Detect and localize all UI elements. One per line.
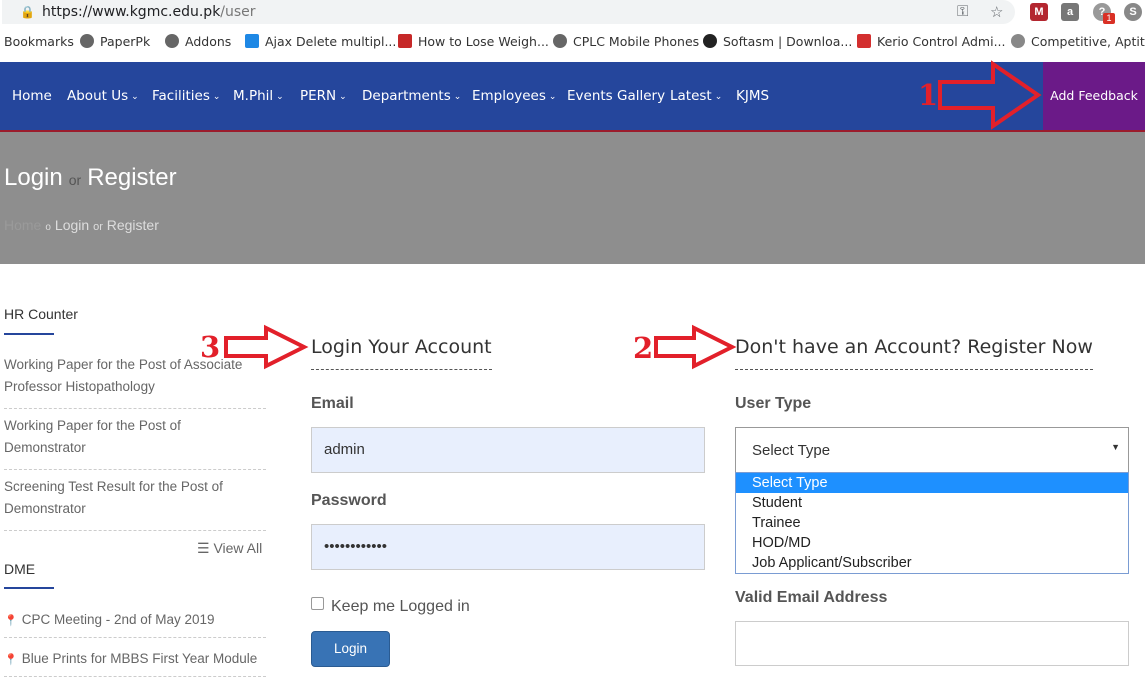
shopping-extension-icon[interactable]: a xyxy=(1061,3,1079,21)
login-section-title: Login Your Account xyxy=(311,336,492,370)
notification-badge: 1 xyxy=(1103,13,1115,24)
lock-icon: 🔒 xyxy=(20,5,35,19)
register-section-title: Don't have an Account? Register Now xyxy=(735,336,1093,370)
annotation-number-3: 3 xyxy=(200,330,221,364)
annotation-arrow-2 xyxy=(654,324,737,370)
login-button[interactable]: Login xyxy=(311,631,390,667)
globe-icon xyxy=(80,34,94,48)
pin-icon: 📍 xyxy=(4,615,18,627)
star-icon[interactable]: ☆ xyxy=(990,3,1003,21)
option-job-applicant[interactable]: Job Applicant/Subscriber xyxy=(736,553,1128,573)
breadcrumb-home[interactable]: Home xyxy=(4,217,41,233)
download-icon xyxy=(703,34,717,48)
globe-icon xyxy=(553,34,567,48)
annotation-arrow-3 xyxy=(224,324,309,370)
hr-counter-underline xyxy=(4,333,54,335)
nav-employees[interactable]: Employees ⌄ xyxy=(472,88,556,104)
nav-mphil[interactable]: M.Phil ⌄ xyxy=(233,88,284,104)
user-type-select[interactable]: Select Type ▼ xyxy=(735,427,1129,473)
page-header: Login or Register Home o Login or Register xyxy=(0,132,1145,264)
globe-icon xyxy=(165,34,179,48)
w-icon xyxy=(245,34,259,48)
dropdown-arrow-icon: ▼ xyxy=(1111,442,1120,452)
hr-counter-title: HR Counter xyxy=(4,306,78,322)
url-text: https://www.kgmc.edu.pk/user xyxy=(42,4,256,20)
chevron-down-icon: ⌄ xyxy=(548,92,557,102)
register-email-field[interactable] xyxy=(735,621,1129,666)
email-label: Email xyxy=(311,395,354,412)
bookmark-lose-weight[interactable]: How to Lose Weigh... xyxy=(398,34,549,49)
option-trainee[interactable]: Trainee xyxy=(736,513,1128,533)
nav-latest[interactable]: Latest ⌄ xyxy=(670,88,722,104)
kerio-icon xyxy=(857,34,871,48)
nav-pern[interactable]: PERN ⌄ xyxy=(300,88,347,104)
nav-departments[interactable]: Departments ⌄ xyxy=(362,88,461,104)
bookmark-cplc[interactable]: CPLC Mobile Phones xyxy=(553,34,699,49)
option-select-type[interactable]: Select Type xyxy=(736,473,1128,493)
bookmark-kerio[interactable]: Kerio Control Admi... xyxy=(857,34,1006,49)
pin-icon: 📍 xyxy=(4,654,18,666)
news-icon xyxy=(398,34,412,48)
bookmark-competitive[interactable]: Competitive, Aptitu... xyxy=(1011,34,1145,49)
address-bar[interactable]: 🔒 https://www.kgmc.edu.pk/user ⚿ ☆ xyxy=(2,0,1015,24)
list-icon: ☰ xyxy=(197,540,210,556)
hr-link[interactable]: Screening Test Result for the Post of De… xyxy=(4,476,266,531)
breadcrumb: Home o Login or Register xyxy=(4,217,159,233)
nav-facilities[interactable]: Facilities ⌄ xyxy=(152,88,220,104)
bookmarks-bar: Bookmarks PaperPk Addons Ajax Delete mul… xyxy=(0,31,1145,55)
dme-underline xyxy=(4,587,54,589)
chevron-down-icon: ⌄ xyxy=(453,92,462,102)
page-title: Login or Register xyxy=(4,164,177,191)
dme-link[interactable]: 📍 Blue Prints for MBBS First Year Module xyxy=(4,651,266,677)
chevron-down-icon: ⌄ xyxy=(276,92,284,102)
mendeley-extension-icon[interactable]: M xyxy=(1030,3,1048,21)
annotation-number-1: 1 xyxy=(918,78,939,112)
option-student[interactable]: Student xyxy=(736,493,1128,513)
annotation-arrow-1 xyxy=(938,60,1042,130)
hr-link[interactable]: Working Paper for the Post of Demonstrat… xyxy=(4,415,266,470)
view-all-link[interactable]: ☰ View All xyxy=(197,540,262,557)
keep-logged-in-label: Keep me Logged in xyxy=(331,598,470,615)
add-feedback-button[interactable]: Add Feedback xyxy=(1043,62,1145,130)
bookmarks-folder[interactable]: Bookmarks xyxy=(4,34,74,49)
chevron-down-icon: ⌄ xyxy=(714,92,723,102)
chevron-down-icon: ⌄ xyxy=(339,92,347,102)
valid-email-label: Valid Email Address xyxy=(735,589,888,606)
chevron-down-icon: ⌄ xyxy=(131,92,139,102)
key-icon[interactable]: ⚿ xyxy=(957,3,968,20)
email-field[interactable]: admin xyxy=(311,427,705,473)
annotation-number-2: 2 xyxy=(633,331,654,365)
chevron-down-icon: ⌄ xyxy=(212,92,221,102)
nav-home[interactable]: Home xyxy=(12,88,52,104)
option-hod-md[interactable]: HOD/MD xyxy=(736,533,1128,553)
dme-link[interactable]: 📍 CPC Meeting - 2nd of May 2019 xyxy=(4,612,266,638)
user-type-dropdown: Select Type Student Trainee HOD/MD Job A… xyxy=(735,472,1129,574)
bookmark-addons[interactable]: Addons xyxy=(165,34,231,49)
nav-about-us[interactable]: About Us ⌄ xyxy=(67,88,139,104)
password-field[interactable]: •••••••••••• xyxy=(311,524,705,570)
user-type-label: User Type xyxy=(735,395,812,412)
bookmark-paperpk[interactable]: PaperPk xyxy=(80,34,150,49)
nav-kjms[interactable]: KJMS xyxy=(736,88,769,104)
bookmark-softasm[interactable]: Softasm | Downloa... xyxy=(703,34,852,49)
skype-extension-icon[interactable]: S xyxy=(1124,3,1142,21)
password-label: Password xyxy=(311,492,387,509)
browser-toolbar: 🔒 https://www.kgmc.edu.pk/user ⚿ ☆ M a ?… xyxy=(0,0,1145,26)
dme-title: DME xyxy=(4,561,36,577)
g-icon xyxy=(1011,34,1025,48)
bookmark-ajax[interactable]: Ajax Delete multipl... xyxy=(245,34,396,49)
nav-events-gallery[interactable]: Events Gallery xyxy=(567,88,665,104)
keep-logged-in-checkbox[interactable] xyxy=(311,597,324,610)
